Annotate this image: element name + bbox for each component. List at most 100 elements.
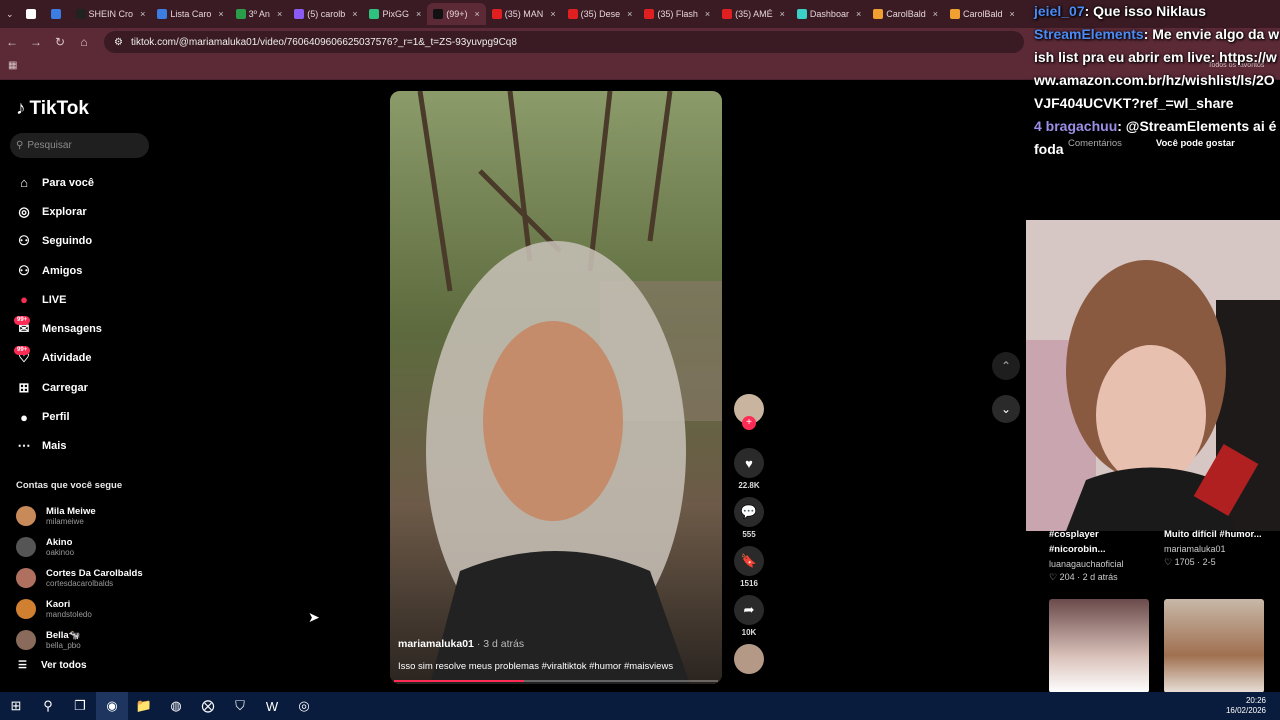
following-item[interactable]: Bella🐄 bella_pbo xyxy=(16,624,166,655)
video-caption: Isso sim resolve meus problemas #viralti… xyxy=(398,661,674,672)
close-icon[interactable]: × xyxy=(780,9,785,19)
browser-tab[interactable]: (35) Flash × xyxy=(638,3,716,25)
chat-username: StreamElements xyxy=(1034,26,1144,42)
tab-menu-button[interactable]: ⌄ xyxy=(0,3,20,25)
comment-button[interactable]: 💬 xyxy=(734,497,764,527)
tab-favicon-icon xyxy=(644,9,655,19)
nav-item-para-você[interactable]: ⌂ Para você xyxy=(12,168,162,197)
tab-label: 3º An xyxy=(248,9,270,19)
forward-icon[interactable]: → xyxy=(24,35,48,49)
browser-tab[interactable]: (35) AMÉ × xyxy=(716,3,791,25)
close-icon[interactable]: × xyxy=(475,9,480,19)
browser-tab[interactable]: 3º An × xyxy=(230,3,289,25)
url-field[interactable]: ⚙ tiktok.com/@mariamaluka01/video/760640… xyxy=(104,31,1024,53)
close-icon[interactable]: × xyxy=(856,9,861,19)
tab-label: Dashboar xyxy=(809,9,849,19)
chrome-icon[interactable]: ◉ xyxy=(96,692,128,720)
browser-tab[interactable]: SHEIN Cro × xyxy=(70,3,152,25)
following-item[interactable]: Cortes Da Carolbalds cortesdacarolbalds xyxy=(16,563,166,594)
following-text: Cortes Da Carolbalds cortesdacarolbalds xyxy=(46,568,143,588)
close-icon[interactable]: × xyxy=(550,9,555,19)
nav-item-mais[interactable]: ⋯ Mais xyxy=(12,432,162,461)
video-progress[interactable] xyxy=(394,680,718,682)
back-icon[interactable]: ← xyxy=(0,35,24,49)
close-icon[interactable]: × xyxy=(933,9,938,19)
suggest-card-2[interactable]: Muito difícil #humor... mariamaluka01 ♡ … xyxy=(1164,527,1264,568)
video-player[interactable]: mariamaluka01 · 3 d atrás Isso sim resol… xyxy=(390,91,722,684)
next-video-button[interactable]: ⌄ xyxy=(992,395,1020,423)
following-item[interactable]: Kaori mandstoledo xyxy=(16,593,166,624)
suggest-thumb-3[interactable] xyxy=(1049,599,1149,693)
save-button[interactable]: 🔖 xyxy=(734,546,764,576)
share-button[interactable]: ➦ xyxy=(734,595,764,625)
close-icon[interactable]: × xyxy=(1010,9,1015,19)
following-text: Mila Meiwe milameiwe xyxy=(46,506,96,526)
close-icon[interactable]: × xyxy=(218,9,223,19)
obs-icon[interactable]: ◎ xyxy=(288,692,320,720)
see-all-button[interactable]: ☰ Ver todos xyxy=(18,660,87,671)
shield-icon[interactable]: ⛉ xyxy=(224,692,256,720)
nav-item-mensagens[interactable]: ✉ 99+ Mensagens xyxy=(12,314,162,343)
heart-icon: ♥ xyxy=(745,455,753,471)
nav-item-explorar[interactable]: ◎ Explorar xyxy=(12,197,162,226)
search-icon[interactable]: ⚲ xyxy=(32,692,64,720)
following-list: Mila Meiwe milameiwe Akino oakinoo Cortes Da… xyxy=(16,501,166,655)
task-view-icon[interactable]: ❐ xyxy=(64,692,96,720)
video-time: · 3 d atrás xyxy=(476,638,525,650)
follow-plus-icon[interactable]: + xyxy=(742,416,756,430)
close-icon[interactable]: × xyxy=(416,9,421,19)
nav-item-atividade[interactable]: ♡ 99+ Atividade xyxy=(12,344,162,373)
tiktok-logo[interactable]: ♪ TikTok xyxy=(16,98,89,120)
like-button[interactable]: ♥ xyxy=(734,448,764,478)
search-input[interactable]: ⚲ Pesquisar xyxy=(10,133,149,158)
tab-favicon-icon xyxy=(950,9,961,19)
word-icon[interactable]: W xyxy=(256,692,288,720)
card-time: 2 d atrás xyxy=(1082,572,1118,582)
nav-item-carregar[interactable]: ⊞ Carregar xyxy=(12,373,162,402)
music-disc[interactable] xyxy=(734,644,764,674)
close-icon[interactable]: × xyxy=(705,9,710,19)
following-item[interactable]: Mila Meiwe milameiwe xyxy=(16,501,166,532)
browser-tab[interactable]: CarolBald × xyxy=(867,3,944,25)
file-explorer-icon[interactable]: 📁 xyxy=(128,692,160,720)
close-icon[interactable]: × xyxy=(277,9,282,19)
system-clock[interactable]: 20:26 16/02/2026 xyxy=(1226,696,1266,716)
close-icon[interactable]: × xyxy=(352,9,357,19)
browser-tab[interactable]: PixGG × xyxy=(363,3,427,25)
progress-fill xyxy=(394,680,524,682)
nav-item-amigos[interactable]: ⚇ Amigos xyxy=(12,256,162,285)
chevron-down-icon: ⌄ xyxy=(6,8,14,19)
video-author[interactable]: mariamaluka01 · 3 d atrás xyxy=(398,638,524,650)
home-icon[interactable]: ⌂ xyxy=(72,35,96,49)
suggest-card-1[interactable]: #cosplayer #nicorobin... luanagauchaofic… xyxy=(1049,527,1149,583)
browser-tab[interactable]: Dashboar × xyxy=(791,3,867,25)
browser-tab[interactable] xyxy=(20,3,45,25)
apps-icon[interactable]: ▦ xyxy=(8,60,17,71)
browser-tab[interactable]: (35) MAN × xyxy=(486,3,562,25)
notification-badge: 99+ xyxy=(14,345,31,355)
browser-tab[interactable]: (35) Dese × xyxy=(562,3,639,25)
close-icon[interactable]: × xyxy=(140,9,145,19)
browser-tab[interactable]: CarolBald × xyxy=(944,3,1021,25)
browser-tab[interactable]: Lista Caro × xyxy=(151,3,229,25)
browser-tab[interactable]: (99+) × xyxy=(427,3,486,25)
suggest-thumb-4[interactable] xyxy=(1164,599,1264,693)
following-name: Kaori xyxy=(46,598,71,610)
prev-video-button[interactable]: ⌃ xyxy=(992,352,1020,380)
discord-icon[interactable]: ◍ xyxy=(160,692,192,720)
nav-label: Seguindo xyxy=(42,235,93,248)
following-text: Kaori mandstoledo xyxy=(46,599,92,619)
tab-label: PixGG xyxy=(382,9,409,19)
browser-tab[interactable]: (5) carolb × xyxy=(288,3,363,25)
close-icon[interactable]: × xyxy=(627,9,632,19)
nav-item-perfil[interactable]: ● Perfil xyxy=(12,402,162,431)
reload-icon[interactable]: ↻ xyxy=(48,35,72,49)
browser-tab[interactable] xyxy=(45,3,70,25)
following-item[interactable]: Akino oakinoo xyxy=(16,532,166,563)
windows-start-icon[interactable]: ⊞ xyxy=(0,692,32,720)
nav-item-live[interactable]: ● LIVE xyxy=(12,285,162,314)
avatar xyxy=(16,567,36,588)
nav-item-seguindo[interactable]: ⚇ Seguindo xyxy=(12,227,162,256)
xbox-icon[interactable]: ⨂ xyxy=(192,692,224,720)
site-info-icon[interactable]: ⚙ xyxy=(114,37,123,48)
